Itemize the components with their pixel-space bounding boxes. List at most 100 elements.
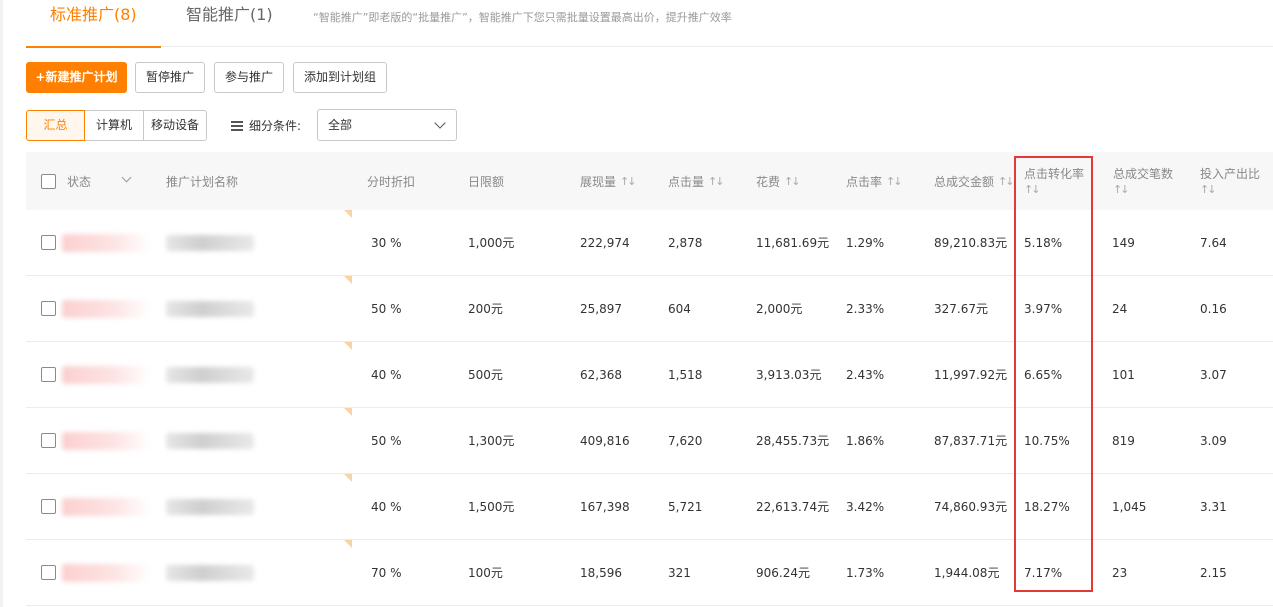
cell-discount: 50 % (371, 302, 402, 316)
header-discount: 分时折扣 (367, 152, 415, 210)
discount-corner-marker (344, 210, 352, 218)
cell-impressions: 25,897 (580, 302, 622, 316)
cell-roi: 3.07 (1200, 368, 1227, 382)
cell-clicks: 1,518 (668, 368, 703, 382)
sort-icon[interactable]: ↑↓ (1113, 182, 1130, 198)
sort-icon[interactable]: ↑↓ (1200, 182, 1217, 198)
tab-standard-label: 标准推广(8) (50, 5, 137, 24)
cell-budget: 1,000元 (468, 236, 515, 250)
cell-cvr: 7.17% (1024, 566, 1063, 580)
header-gmv-label: 总成交金额 (934, 174, 995, 189)
discount-corner-marker (344, 540, 352, 548)
add-to-group-button[interactable]: 添加到计划组 (293, 62, 387, 93)
new-plan-button[interactable]: +新建推广计划 (26, 62, 127, 93)
table-row: 40 % 500元 62,368 1,518 3,913.03元 2.43% 11,997.… (26, 342, 1273, 408)
header-ctr[interactable]: 点击率 ↑↓ (846, 152, 903, 210)
cell-orders: 149 (1112, 236, 1135, 250)
sort-icon[interactable]: ↑↓ (620, 175, 637, 188)
condition-select[interactable]: 全部 (317, 109, 457, 141)
join-promotion-button[interactable]: 参与推广 (214, 62, 284, 93)
header-cvr-label: 点击转化率 (1024, 167, 1085, 181)
sort-icon[interactable]: ↑↓ (886, 175, 903, 188)
cell-cost: 28,455.73元 (756, 434, 830, 448)
row-checkbox[interactable] (41, 433, 56, 448)
device-pc-button[interactable]: 计算机 (84, 110, 144, 141)
cell-ctr: 1.86% (846, 434, 885, 448)
header-cvr[interactable]: 点击转化率 ↑↓ (1024, 152, 1084, 210)
header-status[interactable]: 状态 (67, 152, 91, 210)
row-checkbox[interactable] (41, 565, 56, 580)
discount-corner-marker (344, 342, 352, 350)
tab-standard-promotion[interactable]: 标准推广(8) (26, 5, 161, 48)
cell-ctr: 2.43% (846, 368, 885, 382)
row-checkbox[interactable] (41, 301, 56, 316)
sort-icon[interactable]: ↑↓ (784, 175, 801, 188)
cell-cost: 22,613.74元 (756, 500, 830, 514)
redacted-status (62, 366, 150, 384)
cell-budget: 1,300元 (468, 434, 515, 448)
cell-ctr: 1.29% (846, 236, 885, 250)
cell-gmv: 74,860.93元 (934, 500, 1008, 514)
redacted-plan-name[interactable] (166, 499, 254, 515)
status-filter-chevron-icon[interactable] (121, 172, 132, 183)
header-status-label: 状态 (67, 174, 92, 189)
tab-smart-promotion[interactable]: 智能推广(1) (186, 5, 273, 47)
row-checkbox[interactable] (41, 367, 56, 382)
cell-cost: 3,913.03元 (756, 368, 822, 382)
cell-impressions: 222,974 (580, 236, 630, 250)
header-orders[interactable]: 总成交笔数 ↑↓ (1113, 152, 1173, 210)
cell-roi: 2.15 (1200, 566, 1227, 580)
sort-icon[interactable]: ↑↓ (708, 175, 725, 188)
row-checkbox[interactable] (41, 499, 56, 514)
row-checkbox[interactable] (41, 235, 56, 250)
header-budget: 日限额 (468, 152, 504, 210)
header-orders-label: 总成交笔数 (1113, 167, 1174, 181)
table-row: 50 % 1,300元 409,816 7,620 28,455.73元 1.86% 87,… (26, 408, 1273, 474)
sort-icon[interactable]: ↑↓ (998, 175, 1015, 188)
redacted-plan-name[interactable] (166, 367, 254, 383)
sort-icon[interactable]: ↑↓ (1024, 182, 1041, 198)
redacted-plan-name[interactable] (166, 235, 254, 251)
table-row: 70 % 100元 18,596 321 906.24元 1.73% 1,944.08元 7.… (26, 540, 1273, 606)
redacted-plan-name[interactable] (166, 565, 254, 581)
table-row: 40 % 1,500元 167,398 5,721 22,613.74元 3.42% 74,… (26, 474, 1273, 540)
pause-promotion-button[interactable]: 暂停推广 (135, 62, 205, 93)
cell-orders: 1,045 (1112, 500, 1147, 514)
header-gmv[interactable]: 总成交金额 ↑↓ (934, 152, 1015, 210)
plan-tabs: 标准推广(8) 智能推广(1) “智能推广”即老版的“批量推广”，智能推广下您只… (26, 0, 1273, 48)
redacted-status (62, 234, 150, 252)
redacted-status (62, 498, 150, 516)
header-plan-name-label: 推广计划名称 (166, 174, 239, 189)
device-all-button[interactable]: 汇总 (26, 110, 85, 141)
cell-budget: 200元 (468, 302, 503, 316)
plan-table: 状态 推广计划名称 分时折扣 日限额 展现量 ↑↓ 点击量 ↑↓ 花费 ↑↓ 点… (26, 152, 1273, 606)
header-clicks-label: 点击量 (668, 174, 705, 189)
cell-roi: 7.64 (1200, 236, 1227, 250)
redacted-plan-name[interactable] (166, 301, 254, 317)
tab-smart-label: 智能推广(1) (186, 5, 273, 24)
cell-discount: 40 % (371, 500, 402, 514)
cell-impressions: 167,398 (580, 500, 630, 514)
cell-orders: 23 (1112, 566, 1128, 580)
cell-clicks: 604 (668, 302, 691, 316)
cell-cost: 2,000元 (756, 302, 803, 316)
cell-discount: 70 % (371, 566, 402, 580)
select-all-checkbox[interactable] (41, 173, 56, 189)
cell-roi: 3.09 (1200, 434, 1227, 448)
cell-ctr: 1.73% (846, 566, 885, 580)
header-cost[interactable]: 花费 ↑↓ (756, 152, 801, 210)
device-mobile-button[interactable]: 移动设备 (143, 110, 207, 141)
cell-clicks: 5,721 (668, 500, 703, 514)
redacted-plan-name[interactable] (166, 433, 254, 449)
table-header: 状态 推广计划名称 分时折扣 日限额 展现量 ↑↓ 点击量 ↑↓ 花费 ↑↓ 点… (26, 152, 1273, 210)
header-impressions[interactable]: 展现量 ↑↓ (580, 152, 637, 210)
header-clicks[interactable]: 点击量 ↑↓ (668, 152, 725, 210)
header-discount-label: 分时折扣 (367, 174, 416, 189)
header-cost-label: 花费 (756, 174, 781, 189)
cell-orders: 819 (1112, 434, 1135, 448)
tab-hint-text: “智能推广”即老版的“批量推广”，智能推广下您只需批量设置最高出价，提升推广效率 (313, 11, 732, 24)
cell-cost: 11,681.69元 (756, 236, 830, 250)
header-roi[interactable]: 投入产出比 ↑↓ (1200, 152, 1260, 210)
header-plan-name: 推广计划名称 (166, 152, 238, 210)
cell-gmv: 1,944.08元 (934, 566, 1000, 580)
